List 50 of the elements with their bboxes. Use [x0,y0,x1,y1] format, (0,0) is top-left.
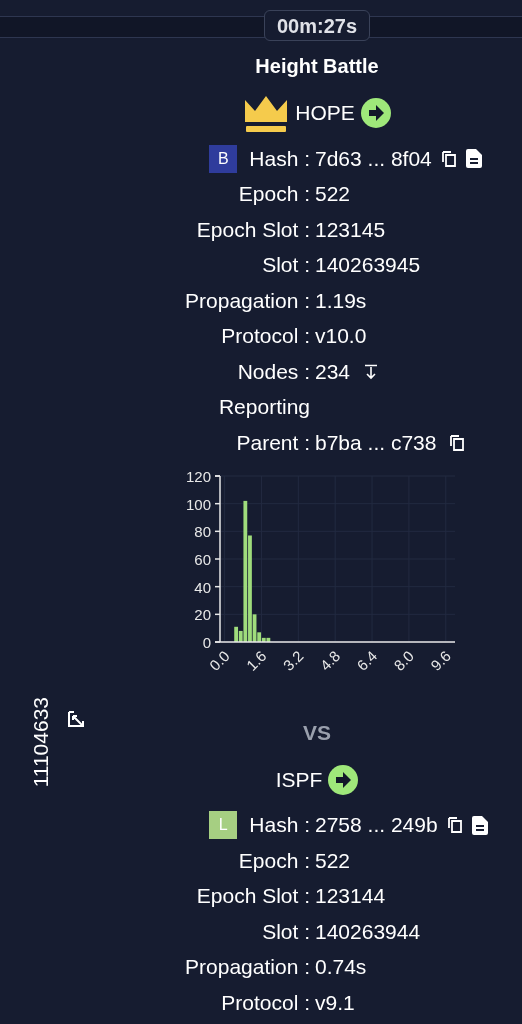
field-value: v9.1 [315,990,355,1015]
versus-label: VS [303,720,331,745]
field-value: b7ba ... c738 [315,430,437,455]
field-value: 7d63 ... 8f04 [315,146,432,171]
field-value: 1.19s [315,288,367,313]
field-label: Protocol : [221,990,310,1015]
x-tick-label: 1.6 [242,646,270,674]
field-label: Hash : [249,146,310,171]
x-tick-label: 9.6 [427,646,454,674]
field-value: 140263944 [315,919,421,944]
field-label: Slot : [262,253,310,278]
field-value: 123145 [315,217,386,242]
y-tick-label: 40 [194,578,211,596]
y-tick-label: 60 [194,550,211,568]
x-tick-label: 6.4 [353,646,381,674]
block-type-badge: B [209,144,238,173]
field-value: 522 [315,848,351,873]
field-value: 123144 [315,884,386,909]
pool-name[interactable]: ISPF [275,767,323,792]
field-label: Nodes : [237,359,310,384]
field-value: 234 [315,359,351,384]
block-type-badge: L [209,811,238,840]
timer: 00m:27s [263,10,371,41]
field-label: Parent : [236,430,310,455]
block-height: 11104633 [30,697,52,788]
x-tick-label: 8.0 [390,646,418,674]
field-value: 522 [315,182,351,207]
field-label: Epoch : [238,182,310,207]
field-label: Propagation : [185,955,310,980]
x-tick-label: 4.8 [316,646,344,674]
y-tick-label: 80 [194,522,211,540]
field-label: Epoch Slot : [196,217,310,242]
field-label: Protocol : [221,324,310,349]
y-tick-label: 120 [185,467,211,485]
field-label: Epoch : [238,848,310,873]
field-label: Hash : [249,813,310,838]
x-tick-label: 3.2 [279,646,307,674]
field-label: Reporting [218,395,310,420]
field-value: 2758 ... 249b [315,813,438,838]
field-value: 140263945 [315,253,421,278]
y-tick-label: 0 [202,633,211,651]
y-tick-label: 20 [194,605,211,623]
field-label: Propagation : [185,288,310,313]
field-value: v10.0 [315,324,367,349]
y-tick-label: 100 [185,495,211,513]
field-value: 0.74s [315,955,367,980]
field-label: Epoch Slot : [196,884,310,909]
page-title: Height Battle [255,55,379,78]
field-label: Slot : [262,919,310,944]
pool-name[interactable]: HOPE [295,101,355,125]
